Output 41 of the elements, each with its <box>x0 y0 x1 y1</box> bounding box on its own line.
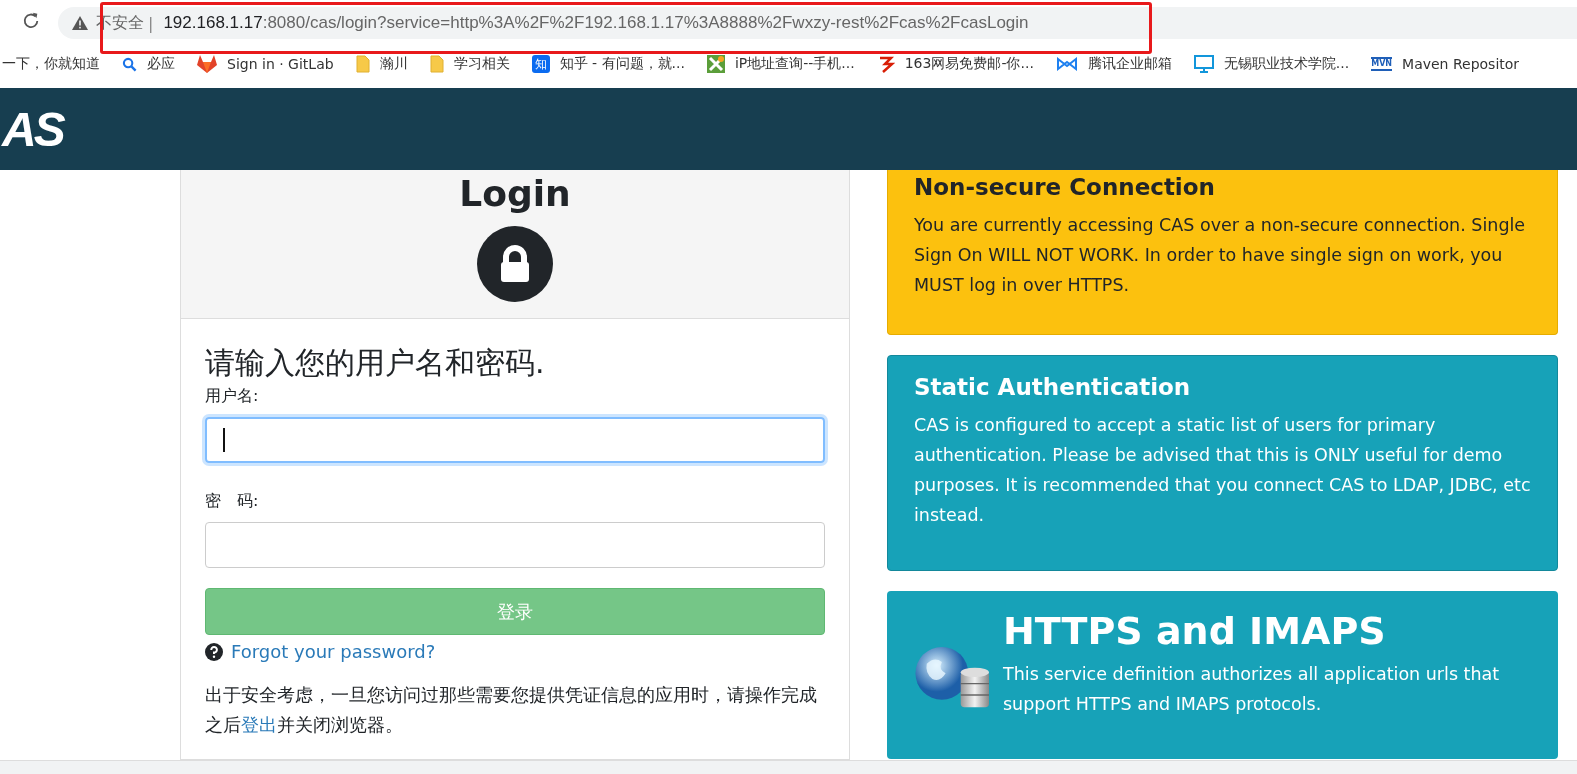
card-title: Static Authentication <box>914 374 1192 400</box>
bookmark[interactable]: 知 知乎 - 有问题，就... <box>531 55 685 73</box>
help-icon <box>205 642 223 661</box>
search-icon <box>122 56 137 72</box>
card-title: HTTPS and IMAPS <box>1003 609 1387 653</box>
monitor-icon <box>1193 55 1214 73</box>
bookmark[interactable]: 163网易免费邮-你... <box>876 55 1034 73</box>
folder-icon <box>429 55 444 73</box>
warning-icon <box>72 16 88 30</box>
card-body: CAS is configured to accept a static list of users for primary authentication. Please be advised that this is ONLY useful for demo purposes. It is recommended that you connect CAS to LDAP, JDBC, etc instead. <box>914 414 1531 527</box>
reload-icon[interactable] <box>22 11 40 29</box>
lock-icon <box>477 225 553 302</box>
field-label: 密 码: <box>205 491 260 512</box>
card-body: You are currently accessing CAS over a non-secure connection. Single Sign On WILL NOT WORK. In order to have single sign on work, you MUST log in over HTTPS. <box>914 214 1527 297</box>
input-field[interactable] <box>205 417 825 463</box>
url-text: 192.168.1.17:8080/cas/login?service=http%3A%2F%2F192.168.1.17%3A8888%2Fwxzy-rest%2Fcas%2FcasLogin <box>163 13 1029 33</box>
card-body: This service definition authorizes all application urls that support HTTPS and IMAPS protocols. <box>1003 663 1501 716</box>
bookmark[interactable]: 瀚川 <box>355 55 408 73</box>
bookmark[interactable]: Sign in · GitLab <box>197 55 334 73</box>
bookmark[interactable]: iP地址查询--手机... <box>706 55 855 73</box>
security-notice: 出于安全考虑，一旦您访问过那些需要您提供凭证信息的应用时，请操作完成之后登出并关闭浏览器。 <box>205 683 818 737</box>
bookmark[interactable]: MVN Maven Repositor <box>1371 56 1520 72</box>
forgot-password-link[interactable]: Forgot your password? <box>231 641 436 662</box>
card-title: Non-secure Connection <box>914 174 1216 200</box>
login-title: Login <box>459 174 571 214</box>
input-field[interactable] <box>205 522 825 568</box>
bookmark[interactable]: 无锡职业技术学院... <box>1193 55 1350 73</box>
separator: | <box>148 13 154 33</box>
field-label: 用户名: <box>205 386 260 407</box>
bookmark[interactable]: 学习相关 <box>429 55 510 73</box>
logo-text: AS <box>2 101 63 157</box>
fox-icon <box>197 55 217 73</box>
bookmark[interactable]: 必应 <box>122 55 175 73</box>
tools-icon <box>706 55 725 73</box>
folder-icon <box>355 55 370 73</box>
zhihu-icon: 知 <box>531 55 550 73</box>
logout-link[interactable]: 登出 <box>241 714 277 735</box>
form-heading: 请输入您的用户名和密码. <box>205 344 546 382</box>
bookmark[interactable]: 腾讯企业邮箱 <box>1055 55 1172 73</box>
bookmark[interactable]: 一下，你就知道 <box>2 55 100 73</box>
bowtie-icon <box>1055 57 1078 71</box>
